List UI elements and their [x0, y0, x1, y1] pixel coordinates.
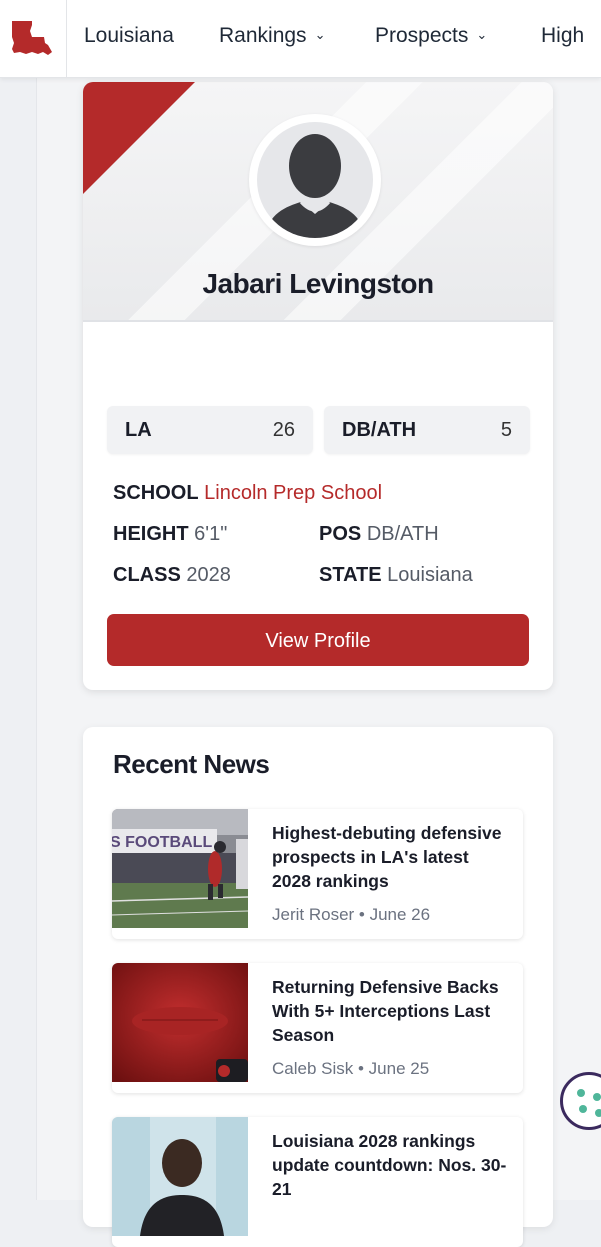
position-info: POS DB/ATH — [319, 523, 439, 546]
pos-value: DB/ATH — [366, 523, 439, 545]
svg-text:S FOOTBALL: S FOOTBALL — [112, 834, 212, 851]
news-author: Jerit Roser — [272, 905, 355, 924]
state-rank-value: 26 — [272, 419, 295, 441]
nav-louisiana[interactable]: Louisiana — [84, 24, 174, 48]
player-profile-card: Jabari Levingston LA 26 DB/ATH 5 SCHOOL … — [83, 82, 553, 690]
cookie-dot — [595, 1109, 601, 1117]
news-item[interactable]: S FOOTBALL Highest-debuting defensive pr… — [112, 809, 523, 939]
news-date: June 26 — [369, 905, 431, 924]
news-headline: Louisiana 2028 rankings update countdown… — [272, 1131, 507, 1199]
recent-news-section: Recent News S FOOTBALL Highest-debuting … — [83, 727, 553, 1247]
cookie-dot — [577, 1089, 585, 1097]
position-rank-label: DB/ATH — [342, 419, 417, 441]
state-info: STATE Louisiana — [319, 564, 473, 587]
player-silhouette-icon — [265, 134, 365, 238]
cookie-dot — [593, 1093, 601, 1101]
nav-rankings-label: Rankings — [219, 24, 307, 47]
player-name: Jabari Levingston — [202, 268, 434, 299]
news-item[interactable]: Returning Defensive Backs With 5+ Interc… — [112, 963, 523, 1093]
news-thumbnail: S FOOTBALL — [112, 809, 248, 928]
page-gutter — [0, 77, 37, 1200]
corner-accent — [83, 82, 195, 194]
state-value: Louisiana — [387, 564, 473, 586]
profile-header: Jabari Levingston — [83, 82, 553, 322]
nav-high-label: High — [541, 24, 585, 47]
state-rank-label: LA — [125, 419, 152, 441]
top-nav: Louisiana Rankings ⌄ Prospects ⌄ High — [0, 0, 601, 78]
pos-label: POS — [319, 523, 362, 545]
cookie-dot — [579, 1105, 587, 1113]
state-label: STATE — [319, 564, 382, 586]
news-thumbnail — [112, 963, 248, 1082]
view-profile-button[interactable]: View Profile — [107, 614, 529, 666]
height-label: HEIGHT — [113, 523, 189, 545]
chevron-down-icon: ⌄ — [476, 27, 488, 42]
position-rank-pill: DB/ATH 5 — [324, 406, 530, 454]
news-meta: Jerit Roser • June 26 — [272, 905, 431, 924]
news-author: Caleb Sisk — [272, 1059, 354, 1078]
news-headline: Returning Defensive Backs With 5+ Interc… — [272, 977, 499, 1045]
nav-prospects-label: Prospects — [375, 24, 469, 47]
news-date: June 25 — [368, 1059, 430, 1078]
class-label: CLASS — [113, 564, 181, 586]
news-thumbnail — [112, 1117, 248, 1236]
chevron-down-icon: ⌄ — [314, 27, 326, 42]
class-value: 2028 — [186, 564, 231, 586]
avatar — [249, 114, 381, 246]
news-meta: Caleb Sisk • June 25 — [272, 1059, 430, 1078]
news-headline: Highest-debuting defensive prospects in … — [272, 823, 502, 891]
news-item[interactable]: Louisiana 2028 rankings update countdown… — [112, 1117, 523, 1247]
state-rank-pill: LA 26 — [107, 406, 313, 454]
position-rank-value: 5 — [500, 419, 512, 441]
school-link[interactable]: Lincoln Prep School — [204, 482, 382, 504]
nav-prospects[interactable]: Prospects ⌄ — [375, 24, 487, 48]
nav-rankings[interactable]: Rankings ⌄ — [219, 24, 325, 48]
louisiana-logo[interactable] — [0, 0, 67, 77]
nav-louisiana-label: Louisiana — [84, 24, 174, 47]
louisiana-state-icon — [12, 21, 52, 55]
height-info: HEIGHT 6'1" — [113, 523, 227, 546]
height-value: 6'1" — [194, 523, 228, 545]
nav-high[interactable]: High — [541, 24, 584, 48]
class-info: CLASS 2028 — [113, 564, 231, 587]
school-label: SCHOOL — [113, 482, 199, 504]
school-info: SCHOOL Lincoln Prep School — [113, 482, 382, 505]
recent-news-title: Recent News — [113, 749, 270, 779]
